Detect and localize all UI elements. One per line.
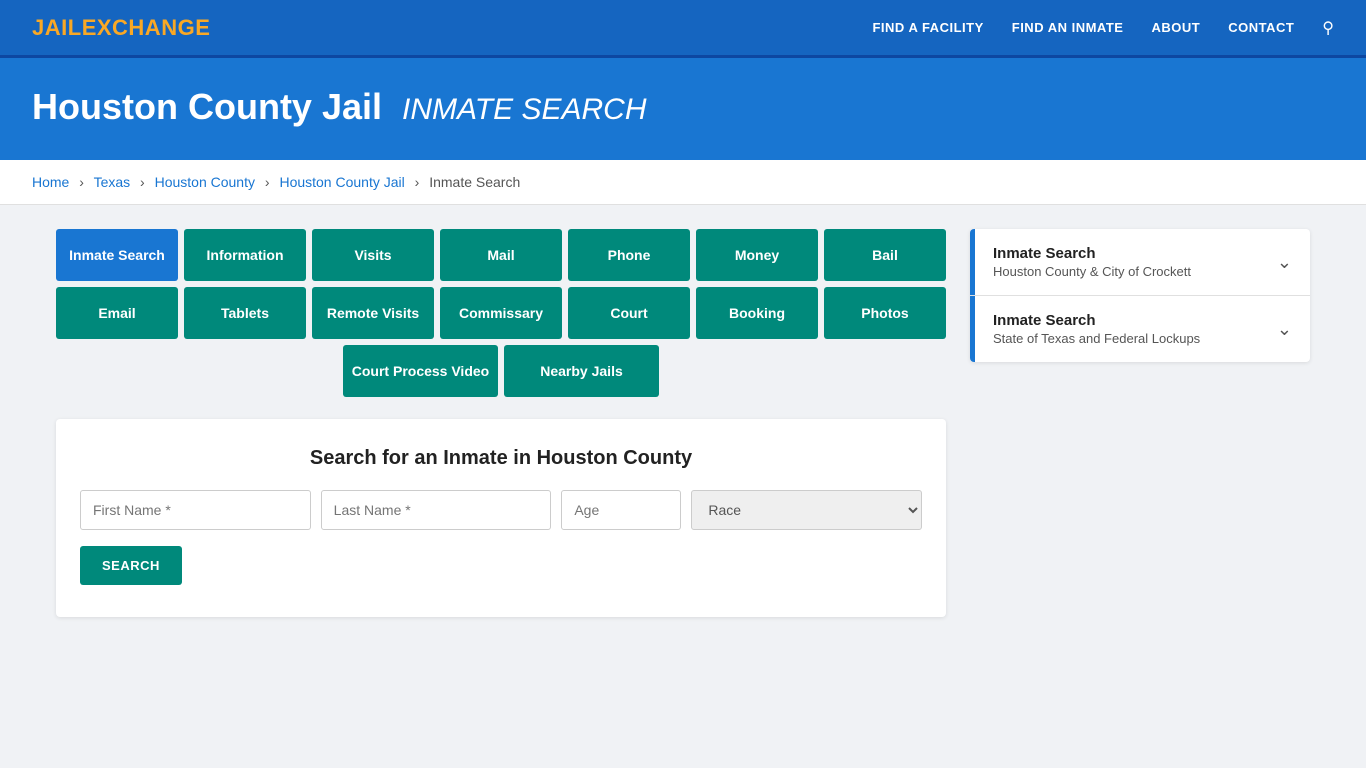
- sidebar-item-texas-title: Inmate Search: [993, 312, 1200, 329]
- breadcrumb-houston-county[interactable]: Houston County: [155, 174, 255, 190]
- tab-remote-visits[interactable]: Remote Visits: [312, 287, 434, 339]
- sidebar-item-texas-header[interactable]: Inmate Search State of Texas and Federal…: [970, 296, 1310, 362]
- breadcrumb: Home › Texas › Houston County › Houston …: [0, 160, 1366, 205]
- sep-4: ›: [415, 174, 420, 190]
- sidebar-item-texas: Inmate Search State of Texas and Federal…: [970, 296, 1310, 362]
- tab-photos[interactable]: Photos: [824, 287, 946, 339]
- tab-email[interactable]: Email: [56, 287, 178, 339]
- tab-commissary[interactable]: Commissary: [440, 287, 562, 339]
- search-card: Search for an Inmate in Houston County R…: [56, 419, 946, 617]
- last-name-input[interactable]: [321, 490, 552, 530]
- tab-court-process-video[interactable]: Court Process Video: [343, 345, 498, 397]
- sidebar-item-houston: Inmate Search Houston County & City of C…: [970, 229, 1310, 296]
- race-select[interactable]: Race White Black Hispanic Asian Other: [691, 490, 922, 530]
- sidebar-item-houston-title: Inmate Search: [993, 245, 1191, 262]
- search-title: Search for an Inmate in Houston County: [80, 447, 922, 470]
- sep-1: ›: [79, 174, 84, 190]
- tab-row-2: Email Tablets Remote Visits Commissary C…: [56, 287, 946, 339]
- sidebar-card: Inmate Search Houston County & City of C…: [970, 229, 1310, 362]
- breadcrumb-current: Inmate Search: [429, 174, 520, 190]
- breadcrumb-texas[interactable]: Texas: [94, 174, 131, 190]
- hero-section: Houston County Jail INMATE SEARCH: [0, 58, 1366, 160]
- search-button[interactable]: SEARCH: [80, 546, 182, 585]
- tab-information[interactable]: Information: [184, 229, 306, 281]
- sep-2: ›: [140, 174, 145, 190]
- tab-row-3: Court Process Video Nearby Jails: [56, 345, 946, 397]
- tab-nearby-jails[interactable]: Nearby Jails: [504, 345, 659, 397]
- hero-title-italic: INMATE SEARCH: [402, 93, 646, 126]
- breadcrumb-home[interactable]: Home: [32, 174, 69, 190]
- find-inmate-link[interactable]: FIND AN INMATE: [1012, 20, 1124, 35]
- sidebar-item-houston-text: Inmate Search Houston County & City of C…: [993, 245, 1191, 279]
- sidebar-item-houston-subtitle: Houston County & City of Crockett: [993, 264, 1191, 279]
- tab-booking[interactable]: Booking: [696, 287, 818, 339]
- first-name-input[interactable]: [80, 490, 311, 530]
- tab-phone[interactable]: Phone: [568, 229, 690, 281]
- about-link[interactable]: ABOUT: [1151, 20, 1200, 35]
- tab-mail[interactable]: Mail: [440, 229, 562, 281]
- sidebar-item-texas-text: Inmate Search State of Texas and Federal…: [993, 312, 1200, 346]
- tab-money[interactable]: Money: [696, 229, 818, 281]
- chevron-down-icon: ⌄: [1277, 252, 1292, 273]
- chevron-down-icon-2: ⌄: [1277, 319, 1292, 340]
- tab-visits[interactable]: Visits: [312, 229, 434, 281]
- tab-row-1: Inmate Search Information Visits Mail Ph…: [56, 229, 946, 281]
- sidebar-item-texas-subtitle: State of Texas and Federal Lockups: [993, 331, 1200, 346]
- logo-jail: JAIL: [32, 15, 82, 40]
- sidebar-item-houston-header[interactable]: Inmate Search Houston County & City of C…: [970, 229, 1310, 295]
- tab-inmate-search[interactable]: Inmate Search: [56, 229, 178, 281]
- hero-title-main: Houston County Jail: [32, 86, 382, 127]
- search-fields: Race White Black Hispanic Asian Other: [80, 490, 922, 530]
- page-title: Houston County Jail INMATE SEARCH: [32, 86, 1334, 128]
- main-container: Inmate Search Information Visits Mail Ph…: [28, 229, 1338, 617]
- tab-court[interactable]: Court: [568, 287, 690, 339]
- logo-exchange: EXCHANGE: [82, 15, 211, 40]
- tab-tablets[interactable]: Tablets: [184, 287, 306, 339]
- contact-link[interactable]: CONTACT: [1228, 20, 1294, 35]
- sep-3: ›: [265, 174, 270, 190]
- logo: JAILEXCHANGE: [32, 15, 210, 41]
- breadcrumb-houston-county-jail[interactable]: Houston County Jail: [279, 174, 404, 190]
- age-input[interactable]: [561, 490, 681, 530]
- nav-links: FIND A FACILITY FIND AN INMATE ABOUT CON…: [872, 18, 1334, 38]
- navbar: JAILEXCHANGE FIND A FACILITY FIND AN INM…: [0, 0, 1366, 58]
- right-sidebar: Inmate Search Houston County & City of C…: [970, 229, 1310, 364]
- search-icon[interactable]: ⚲: [1322, 18, 1334, 38]
- find-facility-link[interactable]: FIND A FACILITY: [872, 20, 983, 35]
- tab-bail[interactable]: Bail: [824, 229, 946, 281]
- left-column: Inmate Search Information Visits Mail Ph…: [56, 229, 946, 617]
